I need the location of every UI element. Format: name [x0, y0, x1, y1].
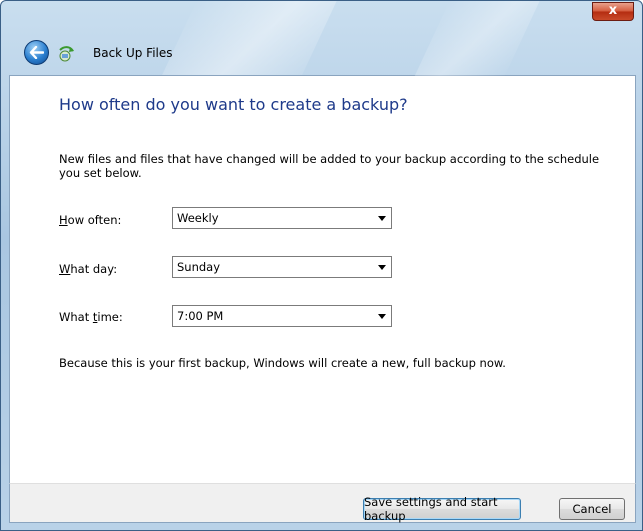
backup-icon: [59, 46, 74, 62]
page-description: New files and files that have changed wi…: [59, 152, 600, 180]
chevron-down-icon: [373, 208, 391, 228]
what-time-dropdown[interactable]: 7:00 PM: [172, 305, 392, 327]
content-panel: How often do you want to create a backup…: [9, 75, 636, 483]
what-day-label: What day:: [59, 262, 117, 276]
what-day-label-text: hat day:: [70, 262, 118, 276]
back-arrow-icon: [29, 46, 44, 59]
window-title: Back Up Files: [93, 46, 173, 60]
what-time-label: What time:: [59, 310, 123, 324]
cancel-button[interactable]: Cancel: [559, 498, 625, 520]
what-time-label-prefix: What: [59, 310, 93, 324]
header-bar: Back Up Files: [1, 37, 642, 69]
close-button[interactable]: x: [592, 2, 634, 21]
button-bar: Save settings and start backup Cancel: [9, 483, 636, 523]
save-settings-button[interactable]: Save settings and start backup: [363, 495, 521, 523]
how-often-accelerator: H: [59, 213, 68, 227]
how-often-value: Weekly: [177, 211, 219, 225]
what-day-value: Sunday: [177, 260, 221, 274]
backup-window: x Back Up Files How often do you want to…: [0, 0, 643, 531]
what-time-label-text: ime:: [97, 310, 123, 324]
how-often-label-text: ow often:: [67, 213, 122, 227]
page-heading: How often do you want to create a backup…: [59, 95, 408, 114]
chevron-down-icon: [373, 257, 391, 277]
what-day-accelerator: W: [59, 262, 71, 276]
back-button[interactable]: [24, 40, 49, 65]
how-often-dropdown[interactable]: Weekly: [172, 207, 392, 229]
chevron-down-icon: [373, 306, 391, 326]
what-time-value: 7:00 PM: [177, 309, 224, 323]
first-backup-note: Because this is your first backup, Windo…: [59, 356, 506, 370]
how-often-label: How often:: [59, 213, 121, 227]
what-day-dropdown[interactable]: Sunday: [172, 256, 392, 278]
